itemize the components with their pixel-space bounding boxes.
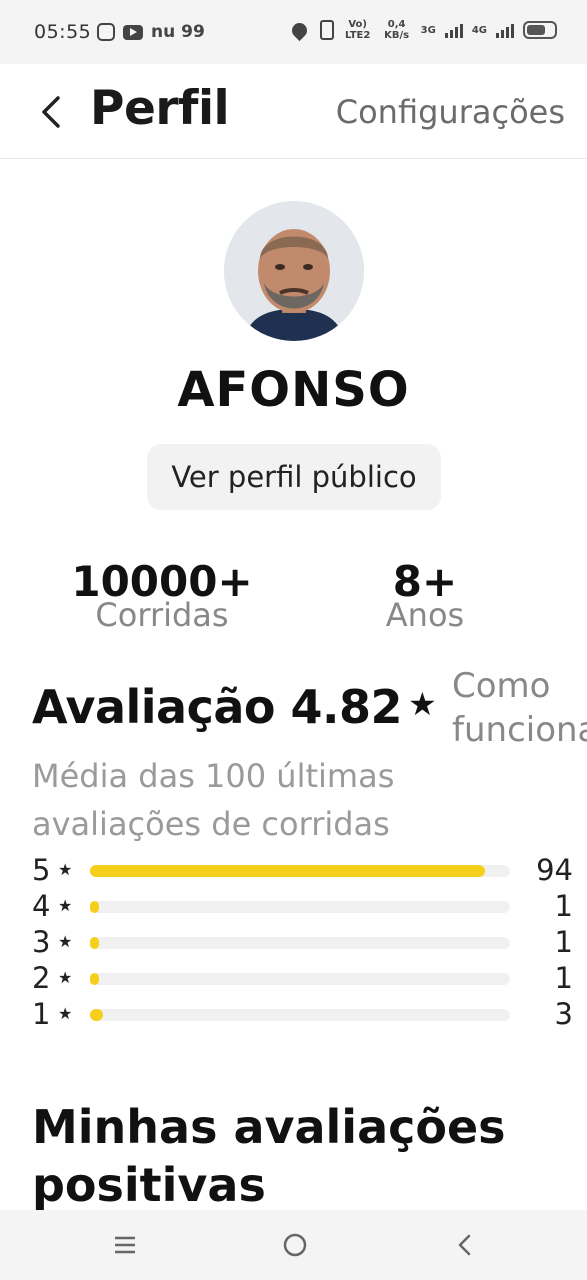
rating-row-4: 4 ★ 1	[32, 888, 577, 924]
view-public-profile-button[interactable]: Ver perfil público	[147, 444, 441, 510]
stat-years: 8+ Anos	[365, 558, 485, 634]
rating-row-count: 1	[554, 961, 573, 995]
status-system-icons: Vo) LTE2 0,4 KB/s 3G 4G	[288, 19, 557, 41]
youtube-icon	[123, 24, 143, 40]
signal-icon-2	[496, 22, 514, 38]
how-it-works-link[interactable]: Como funciona	[452, 664, 587, 752]
rating-row-stars: 5	[32, 853, 51, 887]
menu-icon	[115, 1236, 135, 1254]
rating-row-3: 3 ★ 1	[32, 924, 577, 960]
star-icon: ★	[407, 685, 437, 723]
rating-row-stars: 1	[32, 997, 51, 1031]
rating-bar-track	[90, 901, 510, 913]
rating-bar-track	[90, 937, 510, 949]
star-icon: ★	[58, 932, 73, 951]
battery-icon	[523, 21, 557, 39]
home-button[interactable]	[280, 1230, 310, 1260]
status-time: 05:55	[34, 21, 92, 43]
status-3g: 3G	[420, 24, 436, 36]
settings-link[interactable]: Configurações	[336, 93, 565, 131]
rating-bar-fill	[90, 865, 485, 877]
status-4g: 4G	[471, 24, 487, 36]
header-bar: Perfil Configurações	[0, 64, 587, 159]
status-carrier-text: nu 99	[151, 22, 205, 42]
driver-name: AFONSO	[177, 362, 410, 418]
page-title: Perfil	[90, 81, 230, 136]
signal-icon	[444, 22, 463, 38]
status-app-icons: nu 99	[97, 22, 205, 42]
chevron-left-icon	[458, 1234, 471, 1256]
rating-row-5: 5 ★ 94	[32, 852, 577, 888]
chevron-left-icon	[42, 96, 60, 128]
rating-title: Avaliação 4.82 ★	[32, 680, 437, 734]
rating-bar-track	[90, 973, 510, 985]
rating-title-text: Avaliação 4.82	[32, 680, 402, 734]
rating-row-count: 1	[554, 889, 573, 923]
rating-bar-fill	[90, 937, 100, 949]
avatar[interactable]	[224, 201, 364, 341]
rating-distribution: 5 ★ 94 4 ★ 1 3 ★ 1 2 ★ 1 1 ★ 3	[32, 852, 577, 1032]
instagram-icon	[97, 23, 115, 41]
stat-rides: 10000+ Corridas	[62, 558, 262, 633]
status-volte: Vo) LTE2	[344, 19, 371, 41]
rating-bar-fill	[90, 973, 100, 985]
rating-row-stars: 2	[32, 961, 51, 995]
rating-bar-fill	[90, 901, 100, 913]
star-icon: ★	[58, 860, 73, 879]
vibrate-icon	[319, 20, 334, 40]
back-button[interactable]	[36, 90, 66, 134]
system-nav-bar	[0, 1210, 587, 1280]
rating-bar-fill	[90, 1009, 103, 1021]
rating-row-stars: 4	[32, 889, 51, 923]
location-icon	[288, 19, 310, 41]
star-icon: ★	[58, 1004, 73, 1023]
system-back-button[interactable]	[450, 1230, 480, 1260]
driver-photo	[224, 201, 364, 341]
years-label: Anos	[385, 596, 465, 634]
rating-row-2: 2 ★ 1	[32, 960, 577, 996]
rating-row-count: 3	[554, 997, 573, 1031]
recent-apps-button[interactable]	[110, 1230, 140, 1260]
status-speed: 0,4 KB/s	[384, 19, 410, 41]
rating-row-count: 1	[554, 925, 573, 959]
rating-subtitle: Média das 100 últimas avaliações de corr…	[32, 757, 395, 843]
star-icon: ★	[58, 968, 73, 987]
rating-bar-track	[90, 865, 510, 877]
profile-screen: 05:55 nu 99 Vo) LTE2 0,4 KB/s 3G 4G Perf…	[0, 0, 587, 1280]
star-icon: ★	[58, 896, 73, 915]
rating-bar-track	[90, 1009, 510, 1021]
positive-reviews-title: Minhas avaliações positivas	[32, 1100, 506, 1212]
rating-row-stars: 3	[32, 925, 51, 959]
rating-row-count: 94	[536, 853, 573, 887]
rating-row-1: 1 ★ 3	[32, 996, 577, 1032]
status-bar: 05:55 nu 99 Vo) LTE2 0,4 KB/s 3G 4G	[0, 0, 587, 64]
circle-icon	[283, 1233, 307, 1257]
